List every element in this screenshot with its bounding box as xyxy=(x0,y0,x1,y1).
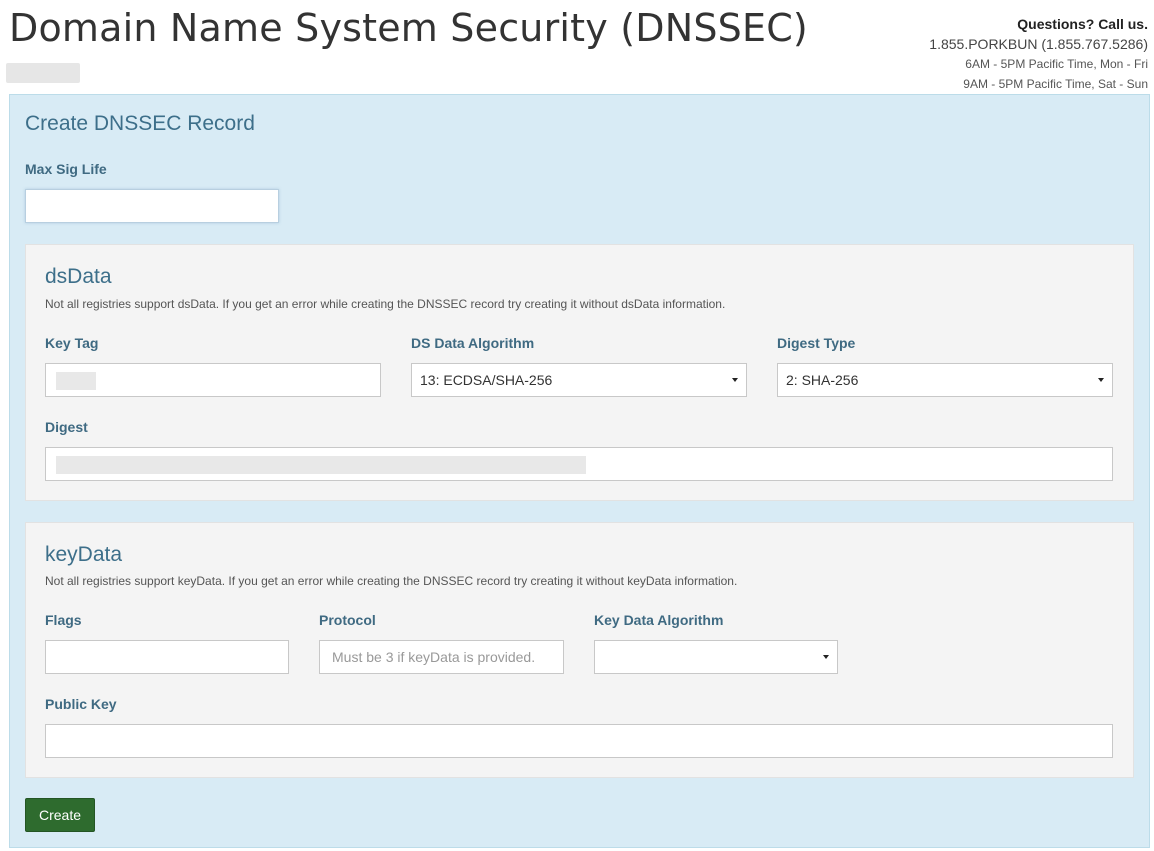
chevron-down-icon xyxy=(1098,378,1104,382)
key-tag-input[interactable] xyxy=(45,363,381,397)
contact-hours-weekend: 9AM - 5PM Pacific Time, Sat - Sun xyxy=(963,77,1148,91)
page-title: Domain Name System Security (DNSSEC) xyxy=(9,6,808,50)
create-button[interactable]: Create xyxy=(25,798,95,832)
digest-input[interactable] xyxy=(45,447,1113,481)
flags-label: Flags xyxy=(45,612,82,628)
key-tag-label: Key Tag xyxy=(45,335,99,351)
digest-label: Digest xyxy=(45,419,88,435)
create-dnssec-panel: Create DNSSEC Record Max Sig Life dsData… xyxy=(9,94,1150,848)
digest-type-value: 2: SHA-256 xyxy=(786,372,859,388)
chevron-down-icon xyxy=(732,378,738,382)
key-algorithm-select[interactable] xyxy=(594,640,838,674)
max-sig-life-input[interactable] xyxy=(25,189,279,223)
digest-redacted xyxy=(56,456,586,474)
protocol-label: Protocol xyxy=(319,612,376,628)
digest-type-label: Digest Type xyxy=(777,335,856,351)
digest-type-select[interactable]: 2: SHA-256 xyxy=(777,363,1113,397)
dsdata-section: dsData Not all registries support dsData… xyxy=(25,244,1134,501)
ds-algorithm-select[interactable]: 13: ECDSA/SHA-256 xyxy=(411,363,747,397)
keydata-section: keyData Not all registries support keyDa… xyxy=(25,522,1134,778)
flags-input[interactable] xyxy=(45,640,289,674)
domain-name-redacted xyxy=(6,63,80,83)
ds-algorithm-value: 13: ECDSA/SHA-256 xyxy=(420,372,553,388)
contact-info: Questions? Call us. 1.855.PORKBUN (1.855… xyxy=(929,14,1148,94)
key-tag-redacted xyxy=(56,372,96,390)
key-algorithm-label: Key Data Algorithm xyxy=(594,612,724,628)
contact-hours-weekday: 6AM - 5PM Pacific Time, Mon - Fri xyxy=(965,57,1148,71)
panel-title: Create DNSSEC Record xyxy=(25,112,255,135)
keydata-title: keyData xyxy=(45,543,123,566)
chevron-down-icon xyxy=(823,655,829,659)
max-sig-life-label: Max Sig Life xyxy=(25,161,107,177)
ds-algorithm-label: DS Data Algorithm xyxy=(411,335,535,351)
public-key-input[interactable] xyxy=(45,724,1113,758)
public-key-label: Public Key xyxy=(45,696,117,712)
contact-phone: 1.855.PORKBUN (1.855.767.5286) xyxy=(929,36,1148,52)
page: Domain Name System Security (DNSSEC) Que… xyxy=(0,0,1154,851)
keydata-note: Not all registries support keyData. If y… xyxy=(45,574,738,588)
dsdata-title: dsData xyxy=(45,265,112,288)
protocol-input[interactable]: Must be 3 if keyData is provided. xyxy=(319,640,564,674)
contact-question: Questions? Call us. xyxy=(1017,16,1148,32)
dsdata-note: Not all registries support dsData. If yo… xyxy=(45,297,726,311)
